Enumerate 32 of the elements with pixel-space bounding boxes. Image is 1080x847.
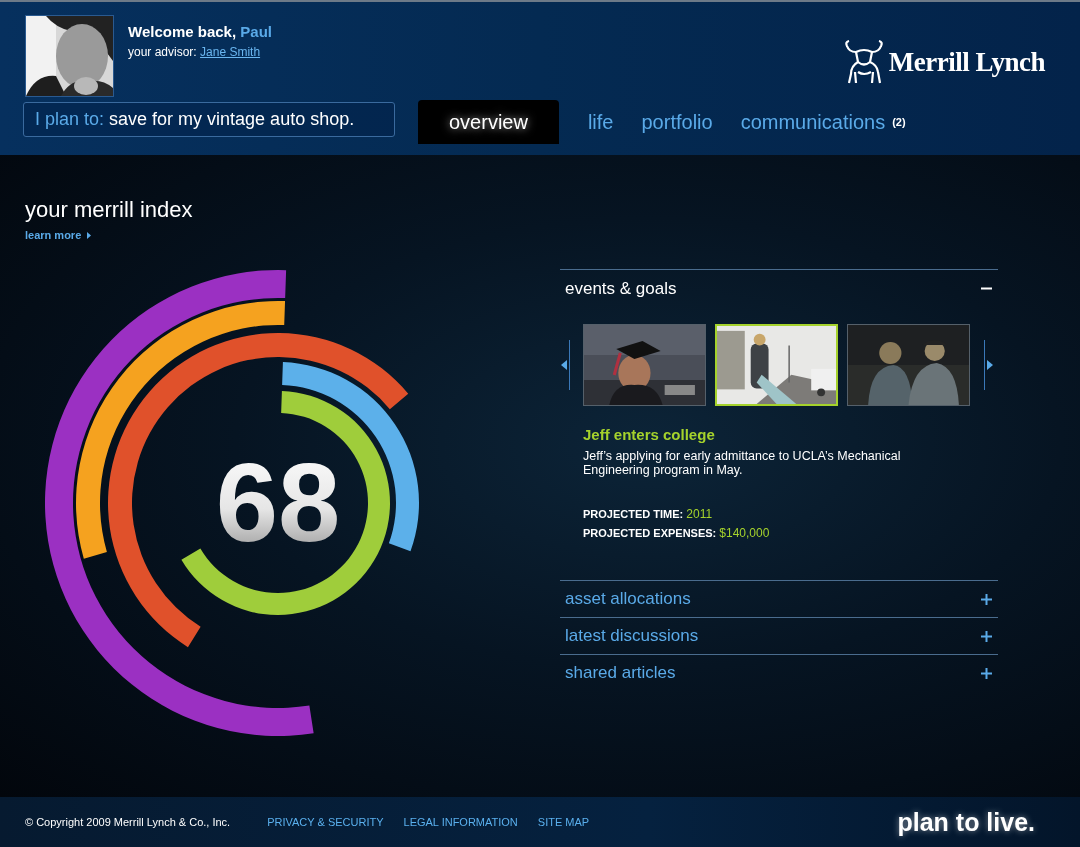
footer-link[interactable]: LEGAL INFORMATION (403, 816, 518, 828)
event-title: Jeff enters college (583, 426, 716, 443)
next-arrow-icon[interactable] (984, 340, 994, 390)
plus-icon (981, 667, 992, 679)
index-score: 68 (215, 440, 341, 565)
nav-tab[interactable]: portfolio (627, 100, 727, 144)
nav-tab[interactable]: life (573, 100, 628, 144)
advisor-link[interactable]: Jane Smith (200, 45, 261, 59)
plan-field[interactable]: I plan to: save for my vintage auto shop. (23, 102, 395, 137)
section-title: your merrill index (25, 197, 194, 223)
event-description: Jeff’s applying for early admittance to UCLA’s Mechanical Engineering program in May. (583, 449, 902, 477)
plus-icon (981, 593, 992, 605)
event-fact: PROJECTED TIME: 2011 (583, 507, 714, 521)
accordion-header[interactable]: latest discussions (560, 618, 998, 654)
copyright-text: © Copyright 2009 Merrill Lynch & Co., Inc. (25, 816, 231, 828)
accordion-header[interactable]: shared articles (560, 655, 998, 691)
caret-icon (87, 231, 92, 239)
learn-more-link[interactable]: learn more (25, 229, 92, 241)
tagline: plan to live. (897, 807, 1035, 837)
nav-tab[interactable]: overview (418, 100, 559, 144)
plus-icon (981, 630, 992, 642)
accordion-header[interactable]: events & goals (560, 270, 998, 307)
brand-logo: Merrill Lynch (888, 46, 1045, 78)
welcome-message: Welcome back, Paul (128, 23, 272, 40)
bull-icon (842, 40, 885, 84)
footer-link[interactable]: SITE MAP (537, 816, 590, 828)
nav-tab[interactable]: communications (2) (726, 100, 920, 144)
advisor-label: your advisor: (128, 45, 197, 59)
previous-arrow-icon[interactable] (560, 340, 570, 390)
event-fact: PROJECTED EXPENSES: $140,000 (583, 526, 771, 540)
footer-link[interactable]: PRIVACY & SECURITY (267, 816, 384, 828)
accordion-header[interactable]: asset allocations (560, 581, 998, 617)
